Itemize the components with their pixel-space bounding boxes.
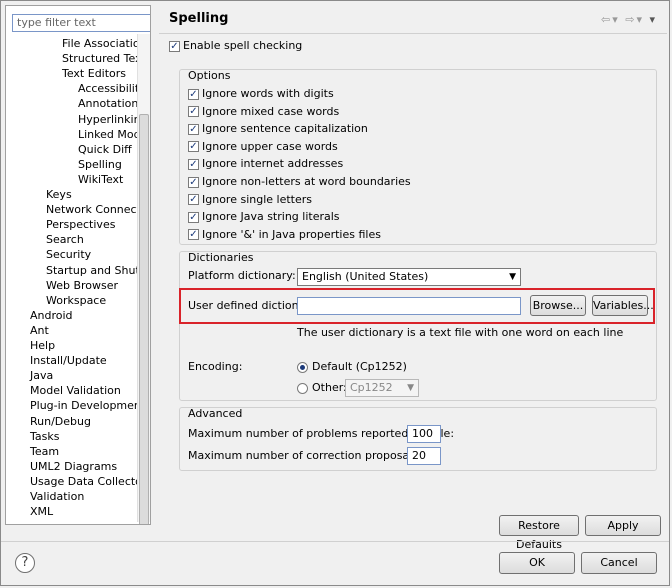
user-dictionary-hint: The user dictionary is a text file with … [297, 326, 624, 339]
advanced-group: Advanced Maximum number of problems repo… [179, 407, 657, 471]
tree-item[interactable]: Android [30, 308, 73, 323]
tree-item[interactable]: Workspace [46, 293, 106, 308]
spelling-page: Spelling ⇦▾ ⇨▾ ▾ ✓ Enable spell checking … [159, 5, 667, 551]
option-checkbox[interactable]: ✓ Ignore mixed case words [188, 104, 339, 120]
tree-item[interactable]: Web Browser [46, 278, 118, 293]
filter-input[interactable]: type filter text [12, 14, 150, 32]
tree-item[interactable]: Tasks [30, 429, 59, 444]
footer-separator [1, 541, 669, 542]
checkbox-checked-icon: ✓ [188, 229, 199, 241]
tree-item[interactable]: Search [46, 232, 84, 247]
tree-item[interactable]: Keys [46, 187, 72, 202]
tree-item-selected[interactable]: Spelling [78, 156, 122, 172]
scrollbar-thumb[interactable] [139, 114, 149, 524]
preferences-dialog: type filter text File AssociationsStruct… [0, 0, 670, 586]
tree-item[interactable]: Text Editors [62, 66, 126, 81]
checkbox-checked-icon: ✓ [188, 211, 199, 223]
tree-item[interactable]: Team [30, 444, 59, 459]
cancel-button[interactable]: Cancel [581, 552, 657, 574]
option-checkbox[interactable]: ✓ Ignore Java string literals [188, 209, 340, 225]
apply-button[interactable]: Apply [585, 515, 661, 536]
option-checkbox[interactable]: ✓ Ignore single letters [188, 192, 312, 208]
tree-item[interactable]: UML2 Diagrams [30, 459, 117, 474]
preferences-tree: File AssociationsStructured Text EText E… [6, 36, 138, 524]
forward-arrow-icon[interactable]: ⇨ [625, 13, 636, 26]
tree-item[interactable]: Linked Mode [78, 127, 138, 142]
platform-dictionary-label: Platform dictionary: [188, 269, 296, 282]
tree-item[interactable]: Help [30, 338, 55, 353]
tree-item[interactable]: Run/Debug [30, 414, 91, 429]
tree-item[interactable]: Ant [30, 323, 49, 338]
tree-item[interactable]: Structured Text E [62, 51, 138, 66]
options-group: Options ✓ Ignore words with digits ✓ Ignore… [179, 69, 657, 245]
checkbox-checked-icon: ✓ [188, 106, 199, 118]
page-title: Spelling [169, 11, 229, 26]
tree-item[interactable]: Security [46, 247, 91, 262]
radio-selected-icon [297, 361, 308, 373]
tree-item[interactable]: Accessibility [78, 81, 138, 96]
tree-item[interactable]: Startup and Shutdow [46, 263, 138, 278]
help-icon[interactable]: ? [15, 553, 35, 573]
tree-item[interactable]: Install/Update [30, 353, 107, 368]
checkbox-checked-icon: ✓ [188, 141, 199, 153]
panel-splitter[interactable] [153, 5, 157, 525]
tree-item[interactable]: Plug-in Development [30, 398, 138, 413]
dictionaries-group-title: Dictionaries [188, 251, 254, 264]
tree-item[interactable]: Hyperlinking [78, 112, 138, 127]
enable-spell-checking-checkbox[interactable]: ✓ Enable spell checking [169, 38, 302, 54]
restore-defaults-button[interactable]: Restore Defaults [499, 515, 579, 551]
dropdown-arrow-icon: ▼ [407, 383, 414, 393]
checkbox-checked-icon: ✓ [188, 194, 199, 206]
tree-item[interactable]: Quick Diff [78, 142, 132, 157]
preferences-tree-panel: type filter text File AssociationsStruct… [5, 5, 151, 525]
max-proposals-label: Maximum number of correction proposals: [188, 449, 422, 462]
forward-menu-icon[interactable]: ▾ [636, 13, 644, 26]
option-checkbox[interactable]: ✓ Ignore non-letters at word boundaries [188, 174, 411, 190]
radio-unselected-icon [297, 382, 308, 394]
tree-item[interactable]: Validation [30, 489, 84, 504]
dropdown-arrow-icon: ▼ [509, 272, 516, 282]
checkbox-checked-icon: ✓ [188, 158, 199, 170]
tree-item[interactable]: Usage Data Collector [30, 474, 138, 489]
options-group-title: Options [188, 69, 231, 82]
option-checkbox[interactable]: ✓ Ignore '&' in Java properties files [188, 227, 381, 243]
back-arrow-icon[interactable]: ⇦ [601, 13, 612, 26]
tree-item[interactable]: Annotations [78, 96, 138, 111]
checkbox-checked-icon: ✓ [188, 88, 199, 100]
option-checkbox[interactable]: ✓ Ignore words with digits [188, 86, 334, 102]
tree-item[interactable]: Network Connection [46, 202, 138, 217]
max-problems-input[interactable]: 100 [407, 425, 441, 443]
tree-item[interactable]: WikiText [78, 172, 123, 187]
page-navigation: ⇦▾ ⇨▾ ▾ [601, 13, 657, 26]
title-separator [159, 33, 667, 34]
user-dictionary-highlight [179, 288, 655, 324]
platform-dictionary-combo[interactable]: English (United States) ▼ [297, 268, 521, 286]
default-encoding-radio[interactable]: Default (Cp1252) [297, 359, 407, 375]
tree-item[interactable]: File Associations [62, 36, 138, 51]
checkbox-checked-icon: ✓ [169, 40, 180, 52]
max-proposals-input[interactable]: 20 [407, 447, 441, 465]
back-menu-icon[interactable]: ▾ [612, 13, 620, 26]
option-checkbox[interactable]: ✓ Ignore internet addresses [188, 156, 343, 172]
tree-item[interactable]: Model Validation [30, 383, 121, 398]
option-checkbox[interactable]: ✓ Ignore upper case words [188, 139, 338, 155]
checkbox-checked-icon: ✓ [188, 123, 199, 135]
view-menu-icon[interactable]: ▾ [649, 13, 657, 26]
tree-item[interactable]: Perspectives [46, 217, 115, 232]
tree-scrollbar[interactable] [137, 34, 150, 524]
dictionaries-group: Dictionaries Platform dictionary: Englis… [179, 251, 657, 401]
other-encoding-radio[interactable]: Other: [297, 380, 347, 396]
checkbox-checked-icon: ✓ [188, 176, 199, 188]
tree-item[interactable]: XML [30, 504, 53, 519]
ok-button[interactable]: OK [499, 552, 575, 574]
tree-item[interactable]: Java [30, 368, 53, 383]
other-encoding-combo[interactable]: Cp1252 ▼ [345, 379, 419, 397]
encoding-label: Encoding: [188, 360, 243, 373]
advanced-group-title: Advanced [188, 407, 243, 420]
option-checkbox[interactable]: ✓ Ignore sentence capitalization [188, 121, 368, 137]
